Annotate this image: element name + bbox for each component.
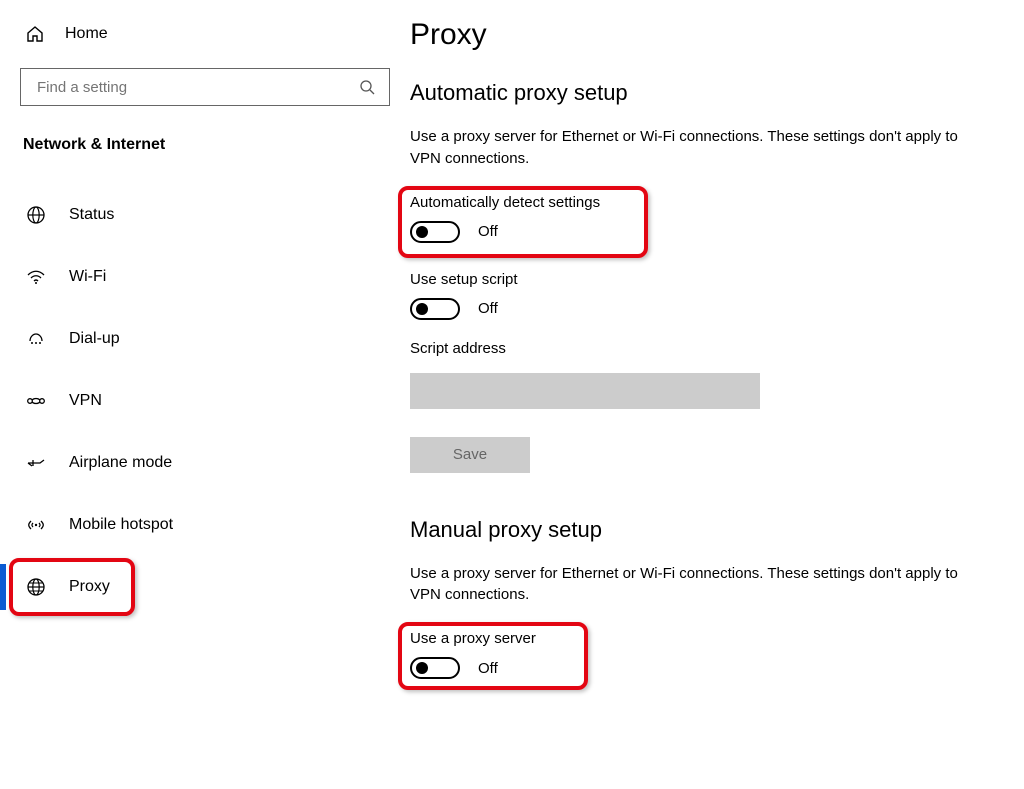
use-proxy-toggle[interactable] [410,657,460,679]
script-address-label: Script address [410,340,1014,357]
sidebar-item-label: VPN [69,392,102,410]
globe-icon [25,205,47,225]
section-manual-description: Use a proxy server for Ethernet or Wi-Fi… [410,563,970,607]
airplane-icon [25,453,47,473]
section-auto-description: Use a proxy server for Ethernet or Wi-Fi… [410,126,970,170]
sidebar-item-label: Proxy [69,578,110,596]
settings-main: Proxy Automatic proxy setup Use a proxy … [410,0,1024,789]
search-icon [359,79,375,95]
use-proxy-state: Off [478,660,498,677]
sidebar-item-label: Status [69,206,114,224]
sidebar-item-label: Airplane mode [69,454,172,472]
sidebar-item-label: Mobile hotspot [69,516,173,534]
script-address-input [410,373,760,409]
search-input[interactable] [35,78,335,97]
home-nav[interactable]: Home [15,20,395,58]
sidebar-item-vpn[interactable]: VPN [15,370,395,432]
home-label: Home [65,25,108,43]
sidebar-item-dialup[interactable]: Dial-up [15,308,395,370]
save-button: Save [410,437,530,473]
use-script-state: Off [478,300,498,317]
auto-detect-group: Automatically detect settings Off [404,190,606,265]
sidebar-item-hotspot[interactable]: Mobile hotspot [15,494,395,556]
use-proxy-group: Use a proxy server Off [404,626,542,687]
home-icon [25,24,45,44]
sidebar-item-label: Wi-Fi [69,268,106,286]
sidebar-item-proxy[interactable]: Proxy [15,556,395,618]
use-proxy-label: Use a proxy server [410,630,536,647]
dialup-icon [25,329,47,349]
vpn-icon [25,391,47,411]
sidebar-item-wifi[interactable]: Wi-Fi [15,246,395,308]
settings-sidebar: Home Network & Internet Status Wi-Fi Dia… [0,0,410,789]
section-auto-title: Automatic proxy setup [410,80,1014,106]
auto-detect-label: Automatically detect settings [410,194,600,211]
use-script-label: Use setup script [410,271,1014,288]
sidebar-item-label: Dial-up [69,330,120,348]
auto-detect-state: Off [478,223,498,240]
globe-icon [25,577,47,597]
nav-list: Status Wi-Fi Dial-up VPN Airplane mode [15,178,395,618]
search-box[interactable] [20,68,390,106]
section-manual-title: Manual proxy setup [410,517,1014,543]
use-script-toggle[interactable] [410,298,460,320]
sidebar-item-status[interactable]: Status [15,184,395,246]
page-title: Proxy [410,18,1014,52]
auto-detect-toggle[interactable] [410,221,460,243]
hotspot-icon [25,515,47,535]
wifi-icon [25,267,47,287]
category-title: Network & Internet [15,128,395,178]
sidebar-item-airplane[interactable]: Airplane mode [15,432,395,494]
